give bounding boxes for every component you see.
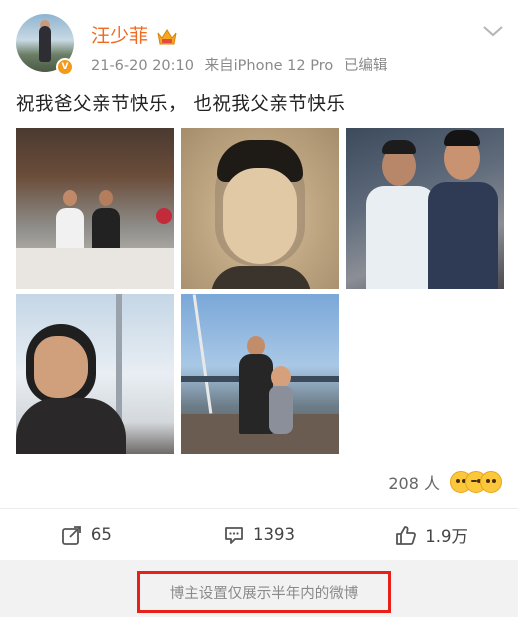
reactions-summary[interactable]: 208 人	[388, 470, 502, 494]
avatar-figure-body	[39, 26, 51, 62]
chevron-down-icon[interactable]	[482, 24, 504, 38]
post-source: 来自iPhone 12 Pro	[204, 58, 334, 74]
comment-icon	[225, 526, 243, 544]
post-image-3[interactable]	[346, 128, 504, 289]
like-count: 1.9万	[425, 526, 469, 546]
repost-button[interactable]: 65	[0, 509, 173, 560]
post-image-5[interactable]	[181, 294, 339, 454]
post-timestamp: 21-6-20 20:10	[91, 58, 194, 74]
like-button[interactable]: 1.9万	[345, 509, 518, 560]
username[interactable]: 汪少菲	[91, 24, 148, 48]
reaction-emojis	[450, 471, 502, 493]
repost-count: 65	[90, 525, 112, 544]
action-bar: 65 1393 1.9万	[0, 509, 518, 560]
visibility-notice: 博主设置仅展示半年内的微博	[137, 571, 391, 613]
post-text: 祝我爸父亲节快乐， 也祝我父亲节快乐	[16, 94, 346, 115]
post-image-4[interactable]	[16, 294, 174, 454]
post-image-2[interactable]	[181, 128, 339, 289]
post-meta: 21-6-20 20:10 来自iPhone 12 Pro 已编辑	[91, 56, 393, 76]
weibo-post-card: V 汪少菲 21-6-20 20:10 来自iPhone 12 Pro 已编辑 …	[0, 0, 518, 560]
verified-badge-icon: V	[56, 58, 74, 76]
reaction-count: 208 人	[388, 474, 440, 493]
comment-count: 1393	[253, 525, 295, 544]
surprised-emoji-icon	[480, 471, 502, 493]
post-image-1[interactable]	[16, 128, 174, 289]
share-icon	[61, 525, 81, 545]
comment-button[interactable]: 1393	[173, 509, 346, 560]
thumbs-up-icon	[396, 525, 417, 545]
post-edited-label[interactable]: 已编辑	[344, 58, 388, 74]
vip-crown-icon	[157, 29, 177, 45]
